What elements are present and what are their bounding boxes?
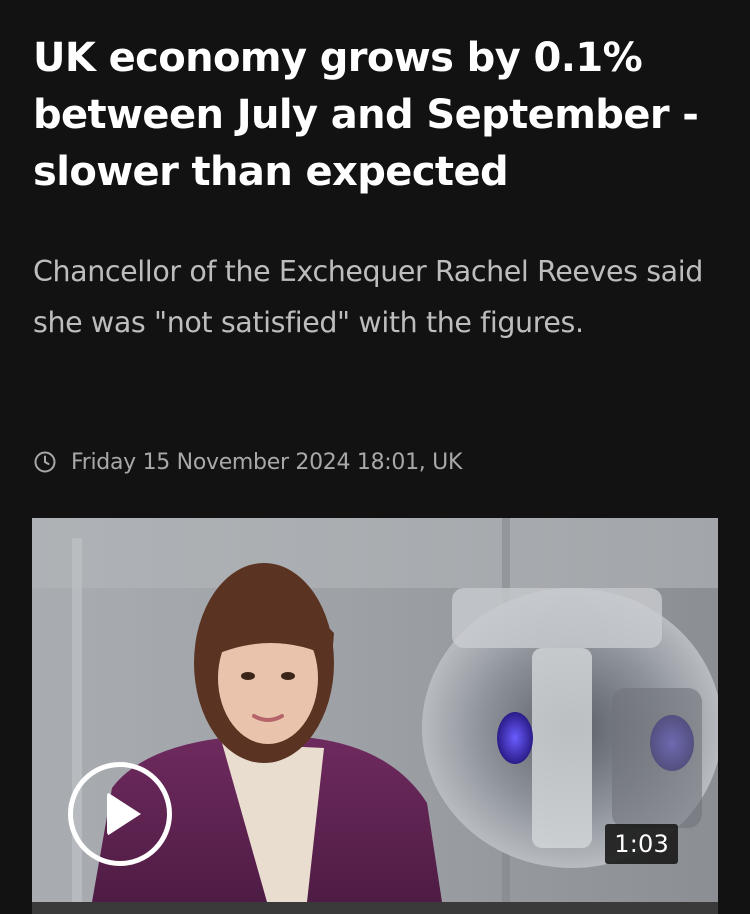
clock-icon xyxy=(33,450,57,474)
play-icon xyxy=(107,792,141,836)
video-duration: 1:03 xyxy=(605,824,678,864)
article-standfirst: Chancellor of the Exchequer Rachel Reeve… xyxy=(33,255,703,339)
timestamp-text: Friday 15 November 2024 18:01, UK xyxy=(71,449,463,475)
article: UK economy grows by 0.1% between July an… xyxy=(0,0,750,914)
video-caption-bar xyxy=(32,902,718,914)
article-headline: UK economy grows by 0.1% between July an… xyxy=(33,35,699,195)
video-player[interactable]: 1:03 xyxy=(32,518,718,902)
article-timestamp: Friday 15 November 2024 18:01, UK xyxy=(33,446,462,478)
play-button[interactable] xyxy=(68,762,172,866)
